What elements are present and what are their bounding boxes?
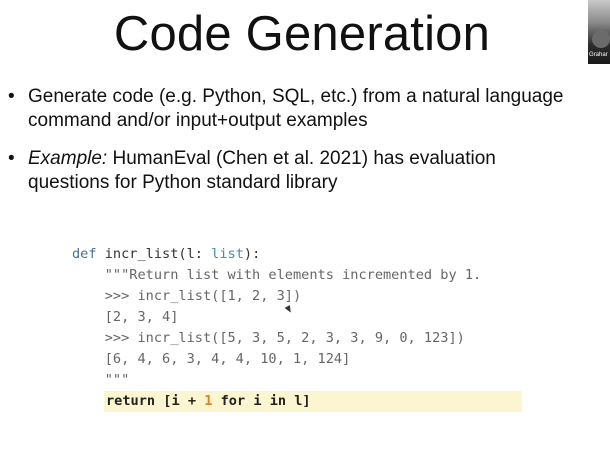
bullet-item: • Generate code (e.g. Python, SQL, etc.)… — [8, 85, 568, 133]
code-text: ): — [243, 246, 261, 262]
code-docstring-line: >>> incr_list([5, 3, 5, 2, 3, 3, 9, 0, 1… — [72, 330, 465, 346]
code-docstring-line: >>> incr_list([1, 2, 3]) — [72, 288, 302, 304]
code-keyword: def — [72, 246, 97, 262]
code-docstring-line: """ — [72, 372, 130, 388]
webcam-thumbnail: Grahar — [588, 0, 610, 64]
bullet-text: Generate code (e.g. Python, SQL, etc.) f… — [28, 86, 564, 131]
bullet-item: • Example: HumanEval (Chen et al. 2021) … — [8, 147, 568, 195]
webcam-label: Grahar — [589, 52, 608, 58]
code-text: incr_list(l: — [96, 246, 212, 262]
bullet-marker: • — [8, 86, 15, 107]
code-line-def: def incr_list(l: list): — [72, 244, 522, 265]
code-return-line: return [i + 1 for i in l] — [104, 391, 522, 412]
slide-title: Code Generation — [113, 7, 491, 61]
slide: Code Generation • Generate code (e.g. Py… — [0, 0, 610, 454]
code-docstring-line: [6, 4, 6, 3, 4, 4, 10, 1, 124] — [72, 351, 351, 367]
code-text: return [i + — [106, 393, 205, 409]
bullet-list: • Generate code (e.g. Python, SQL, etc.)… — [8, 85, 568, 209]
bullet-prefix: Example: — [28, 148, 108, 169]
code-docstring-line: """Return list with elements incremented… — [72, 267, 482, 283]
code-block: def incr_list(l: list): """Return list w… — [72, 244, 522, 412]
person-icon — [592, 30, 610, 48]
code-type: list — [211, 246, 244, 262]
bullet-marker: • — [8, 148, 15, 169]
code-text: for i in l] — [212, 393, 311, 409]
code-docstring-line: [2, 3, 4] — [72, 309, 179, 325]
